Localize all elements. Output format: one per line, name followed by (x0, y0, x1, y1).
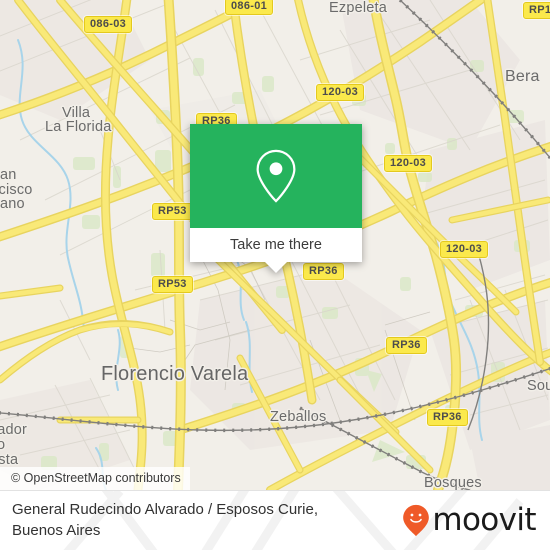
moovit-logo[interactable]: moovit (402, 502, 537, 538)
road-shield-086-01[interactable]: 086-01 (225, 0, 274, 15)
popup-tail (265, 262, 287, 273)
moovit-smiley-pin-icon (403, 504, 430, 537)
location-title-line2: Buenos Aires (12, 522, 101, 539)
take-me-there-label: Take me there (230, 237, 322, 253)
take-me-there-button[interactable]: Take me there (190, 228, 362, 262)
moovit-wordmark: moovit (432, 502, 536, 538)
road-shield-rp53-b[interactable]: RP53 (152, 276, 193, 293)
road-shield-rp1x[interactable]: RP1 (523, 2, 550, 19)
road-shield-086-03[interactable]: 086-03 (84, 16, 133, 33)
location-title-line1: General Rudecindo Alvarado / Esposos Cur… (12, 501, 319, 518)
attribution-text: © OpenStreetMap contributors (11, 471, 181, 485)
location-pin-icon (256, 149, 296, 203)
map-canvas[interactable]: .rd-case { stroke:#e8d45f; fill:none; st… (0, 0, 550, 490)
road-shield-rp36-b[interactable]: RP36 (303, 263, 344, 280)
road-shield-rp53-a[interactable]: RP53 (152, 203, 193, 220)
popup-header (190, 124, 362, 228)
road-shield-120-03-b[interactable]: 120-03 (384, 155, 433, 172)
road-shield-rp36-c[interactable]: RP36 (386, 337, 427, 354)
location-title: General Rudecindo Alvarado / Esposos Cur… (12, 499, 392, 541)
road-shield-120-03-a[interactable]: 120-03 (316, 84, 365, 101)
footer-bar: General Rudecindo Alvarado / Esposos Cur… (0, 490, 550, 550)
location-popup-card[interactable]: Take me there (190, 124, 362, 273)
map-attribution[interactable]: © OpenStreetMap contributors (0, 467, 190, 490)
road-shield-rp36-d[interactable]: RP36 (427, 409, 468, 426)
map-screen: .rd-case { stroke:#e8d45f; fill:none; st… (0, 0, 550, 550)
road-shield-120-03-c[interactable]: 120-03 (440, 241, 489, 258)
